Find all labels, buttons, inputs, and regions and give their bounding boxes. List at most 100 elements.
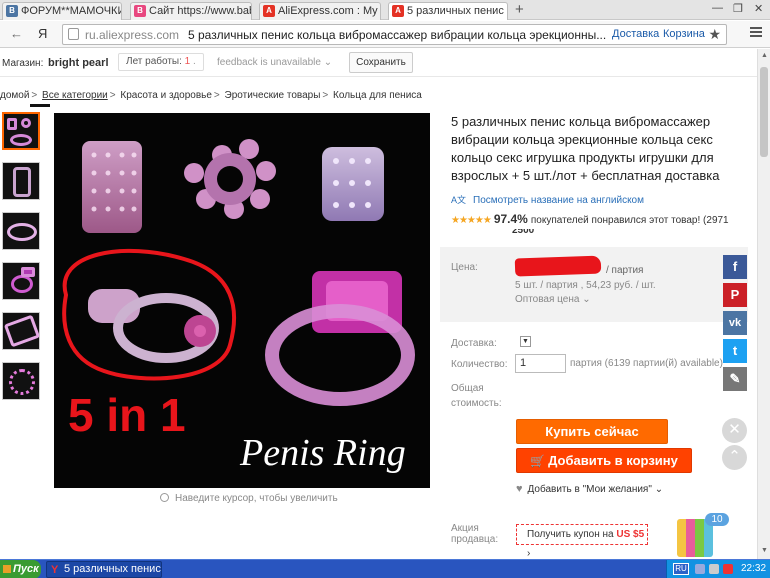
vibe-ring-clear xyxy=(88,289,219,363)
thumbnail-strip xyxy=(2,112,42,412)
translate-link[interactable]: A文 Посмотреть название на английском xyxy=(451,193,644,206)
language-indicator[interactable]: RU xyxy=(673,563,689,575)
coupon-button[interactable]: Получить купон на US $5 › xyxy=(516,524,648,559)
wishlist-label: Добавить в "Мои желания" xyxy=(527,484,652,495)
close-window-icon[interactable]: ✕ xyxy=(754,2,763,15)
yandex-logo[interactable]: Я xyxy=(38,26,47,41)
start-button[interactable]: Пуск xyxy=(0,560,41,578)
overlay-brand: Penis Ring xyxy=(239,432,406,474)
thumbnail-6[interactable] xyxy=(2,362,40,400)
rating-stars-icon: ★★★★★ xyxy=(451,215,492,226)
delivery-link[interactable]: Доставка xyxy=(612,28,659,40)
tab-product[interactable]: A 5 различных пенис кольц... xyxy=(388,2,508,20)
network-icon[interactable] xyxy=(695,564,705,574)
twitter-icon[interactable]: t xyxy=(723,339,747,363)
total-label-line1: Общая xyxy=(451,383,484,394)
wholesale-label: Оптовая цена xyxy=(515,294,580,305)
tab-label: Сайт https://www.babyl... xyxy=(149,5,251,17)
scroll-top-icon[interactable]: ⌃ xyxy=(722,445,747,470)
breadcrumb-beauty-health[interactable]: Красота и здоровье xyxy=(120,90,212,101)
store-name[interactable]: bright pearl xyxy=(48,57,109,69)
bulk-note: 5 шт. / партия , 54,23 руб. / шт. xyxy=(515,280,656,291)
cursor-mark xyxy=(30,104,50,107)
vk-favicon-icon: В xyxy=(6,5,18,17)
scroll-down-icon[interactable]: ▼ xyxy=(760,547,769,554)
breadcrumb-current[interactable]: Кольца для пениса xyxy=(333,90,422,101)
thumbnail-1[interactable] xyxy=(2,112,40,150)
bookmark-star-icon[interactable]: ★ xyxy=(708,26,721,43)
tab-label: ФОРУМ**МАМОЧКИ**... xyxy=(21,5,122,17)
store-bar: Магазин: bright pearl Лет работы: 1 . fe… xyxy=(0,49,757,77)
thumbnail-5[interactable] xyxy=(2,312,40,350)
url-page-title: 5 различных пенис кольца вибромассажер в… xyxy=(188,28,607,42)
zoom-hint: Наведите курсор, чтобы увеличить xyxy=(160,493,338,504)
facebook-icon[interactable]: f xyxy=(723,255,747,279)
scroll-up-icon[interactable]: ▲ xyxy=(760,52,769,59)
chevron-down-icon: ⌄ xyxy=(582,294,591,305)
new-tab-icon[interactable]: + xyxy=(515,1,524,18)
url-field[interactable]: ru.aliexpress.com 5 различных пенис коль… xyxy=(62,24,727,45)
wishlist-link[interactable]: ♥ Добавить в "Мои желания" ⌄ xyxy=(516,483,663,495)
volume-icon[interactable] xyxy=(709,564,719,574)
thumbnail-4[interactable] xyxy=(2,262,40,300)
rating-percent: 97.4% xyxy=(493,212,528,226)
product-main-image[interactable]: 5 in 1 Penis Ring xyxy=(54,113,430,488)
magnifier-icon xyxy=(160,493,169,502)
taskbar-browser-window[interactable]: Y 5 различных пенис к... xyxy=(46,561,162,578)
page-icon xyxy=(68,28,79,40)
rating-line: ★★★★★ 97.4% покупателей понравился этот то… xyxy=(451,212,751,226)
tab-forum[interactable]: В ФОРУМ**МАМОЧКИ**... xyxy=(2,2,122,20)
add-to-cart-label: Добавить в корзину xyxy=(548,453,678,468)
address-bar: ← Я ru.aliexpress.com 5 различных пенис … xyxy=(0,21,770,48)
antivirus-icon[interactable] xyxy=(723,564,733,574)
shipping-dropdown[interactable]: ▼ xyxy=(520,336,531,347)
shipping-label: Доставка: xyxy=(451,338,497,349)
breadcrumb-home[interactable]: домой xyxy=(0,90,29,101)
chevron-down-icon: ⌄ xyxy=(323,57,333,68)
tab-babyblog[interactable]: B Сайт https://www.babyl... xyxy=(130,2,252,20)
save-store-button[interactable]: Сохранить xyxy=(349,52,413,73)
translate-label: Посмотреть название на английском xyxy=(473,195,644,206)
social-share-bar: f P vk t ✎ xyxy=(723,255,747,395)
rating-text[interactable]: покупателей понравился этот товар! (2971 xyxy=(531,215,729,226)
wholesale-price-link[interactable]: Оптовая цена ⌄ xyxy=(515,294,591,305)
promo-label-line2: продавца: xyxy=(451,534,499,545)
pencil-icon[interactable]: ✎ xyxy=(723,367,747,391)
sleeve-pink xyxy=(82,141,142,233)
thumbnail-2[interactable] xyxy=(2,162,40,200)
close-icon[interactable]: ✕ xyxy=(722,418,747,443)
breadcrumb-erotic[interactable]: Эротические товары xyxy=(225,90,321,101)
vibe-ring-magenta xyxy=(265,271,415,406)
zoom-hint-text: Наведите курсор, чтобы увеличить xyxy=(175,493,338,504)
thumbnail-3[interactable] xyxy=(2,212,40,250)
breadcrumb-all-categories[interactable]: Все категории xyxy=(42,90,108,101)
maximize-icon[interactable]: ❐ xyxy=(733,2,743,15)
promo-label-line1: Акция xyxy=(451,523,479,534)
quantity-input[interactable]: 1 xyxy=(515,354,566,373)
store-years-badge: Лет работы: 1 . xyxy=(118,53,204,71)
breadcrumb: домой > Все категории > Красота и здоровье… xyxy=(0,90,422,101)
browser-menu-icon[interactable] xyxy=(750,27,762,39)
url-host: ru.aliexpress.com xyxy=(85,28,180,42)
feedback-dropdown[interactable]: feedback is unavailable ⌄ xyxy=(217,57,332,68)
minimize-icon[interactable]: — xyxy=(712,2,723,14)
task-title: 5 различных пенис к... xyxy=(64,563,161,575)
vertical-scrollbar[interactable]: ▲ ▼ xyxy=(757,49,770,559)
tab-aliexpress-my[interactable]: A AliExpress.com : My AliE... xyxy=(259,2,381,20)
aliexpress-favicon-icon: A xyxy=(263,5,275,17)
cart-link[interactable]: Корзина xyxy=(663,28,705,40)
years-label: Лет работы: xyxy=(126,56,182,67)
buy-now-button[interactable]: Купить сейчас xyxy=(516,419,668,444)
pinterest-icon[interactable]: P xyxy=(723,283,747,307)
vk-icon[interactable]: vk xyxy=(723,311,747,335)
chevron-right-icon: › xyxy=(527,548,531,559)
chevron-down-icon: ⌄ xyxy=(654,484,664,495)
add-to-cart-button[interactable]: 🛒 Добавить в корзину xyxy=(516,448,692,473)
back-arrow-icon[interactable]: ← xyxy=(10,26,23,41)
redacted-price xyxy=(514,255,602,277)
browser-tab-strip: В ФОРУМ**МАМОЧКИ**... B Сайт https://www… xyxy=(0,0,770,20)
quantity-note: партия (6139 партии(й) available) xyxy=(570,358,723,369)
windows-taskbar: Пуск Y 5 различных пенис к... RU 22:32 xyxy=(0,559,770,578)
yandex-browser-icon: Y xyxy=(51,564,59,576)
scroll-thumb[interactable] xyxy=(760,67,768,157)
